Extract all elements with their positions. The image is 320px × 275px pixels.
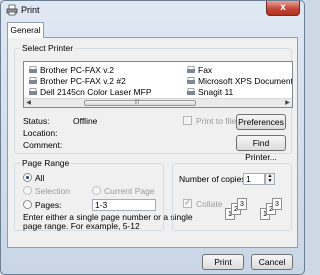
horizontal-scrollbar[interactable]: ◀ ||| ▶ xyxy=(24,98,292,107)
comment-label: Comment: xyxy=(23,140,63,150)
find-printer-button[interactable]: Find Printer... xyxy=(236,135,286,162)
collate-checkbox[interactable] xyxy=(183,197,192,208)
window-title: Print xyxy=(21,5,40,15)
printer-name: Brother PC-FAX v.2 #2 xyxy=(40,76,126,86)
collate-label: Collate xyxy=(196,199,223,209)
current-page-label: Current Page xyxy=(104,186,155,196)
printer-name: Fax xyxy=(198,65,213,75)
selection-label: Selection xyxy=(35,186,70,196)
printer-item-xps-writer[interactable]: Microsoft XPS Document Writer xyxy=(186,76,292,87)
scroll-left-icon[interactable]: ◀ xyxy=(24,99,33,107)
number-of-copies-label: Number of copies: xyxy=(179,174,248,184)
preferences-button[interactable]: Preferences xyxy=(236,114,286,130)
printer-name: Snagit 11 xyxy=(198,87,234,97)
page-range-label: Page Range xyxy=(20,158,72,168)
copies-stepper[interactable]: ▲ ▼ xyxy=(265,173,275,185)
print-button[interactable]: Print xyxy=(202,254,244,270)
copies-input[interactable]: 1 xyxy=(243,173,265,185)
printer-item-dell-2145cn[interactable]: Dell 2145cn Color Laser MFP xyxy=(28,87,178,98)
page-range-group: Page Range All Selection Current Page Pa… xyxy=(14,158,193,231)
cancel-button[interactable]: Cancel xyxy=(251,254,293,270)
printer-name: Dell 2145cn Color Laser MFP xyxy=(40,87,152,97)
current-page-radio[interactable] xyxy=(92,186,101,195)
pages-label: Pages: xyxy=(35,200,62,210)
pages-input[interactable]: 1-3 xyxy=(92,199,156,211)
select-printer-label: Select Printer xyxy=(20,43,76,53)
scroll-thumb[interactable]: ||| xyxy=(84,99,196,106)
printer-icon xyxy=(29,88,37,95)
printer-name: Brother PC-FAX v.2 xyxy=(40,65,115,75)
printer-icon xyxy=(187,88,195,95)
close-button[interactable]: x xyxy=(266,1,300,16)
collate-page: 3 xyxy=(272,198,282,210)
printer-item-brother-fax[interactable]: Brother PC-FAX v.2 xyxy=(28,65,178,76)
scroll-right-icon[interactable]: ▶ xyxy=(283,99,292,107)
fax-printer-icon xyxy=(29,77,37,84)
print-to-file-label: Print to file xyxy=(196,116,237,126)
collate-page: 3 xyxy=(237,198,247,210)
pages-radio[interactable] xyxy=(23,200,32,209)
printer-list[interactable]: Brother PC-FAX v.2 Brother PC-FAX v.2 #2… xyxy=(23,61,293,108)
spin-down-icon[interactable]: ▼ xyxy=(266,179,274,184)
all-label: All xyxy=(35,173,45,183)
printer-icon xyxy=(6,4,18,16)
print-dialog: Print x General Select Printer Brother P… xyxy=(0,0,305,275)
page-range-hint-line2: page range. For example, 5-12 xyxy=(23,221,140,231)
tab-general[interactable]: General xyxy=(7,22,44,38)
fax-icon xyxy=(187,66,195,73)
all-radio[interactable] xyxy=(23,173,32,182)
copies-group: Number of copies: 1 ▲ ▼ Collate 1 2 3 1 … xyxy=(172,163,292,231)
printer-icon xyxy=(187,77,195,84)
printer-name: Microsoft XPS Document Writer xyxy=(198,76,292,86)
general-panel: Select Printer Brother PC-FAX v.2 Brothe… xyxy=(7,37,298,248)
selection-radio[interactable] xyxy=(23,186,32,195)
status-value: Offline xyxy=(73,116,98,126)
title-bar[interactable]: Print x xyxy=(1,1,304,20)
location-label: Location: xyxy=(23,128,58,138)
printer-item-brother-fax-2[interactable]: Brother PC-FAX v.2 #2 xyxy=(28,76,178,87)
status-label: Status: xyxy=(23,116,50,126)
print-to-file-checkbox[interactable] xyxy=(183,116,192,125)
printer-item-fax[interactable]: Fax xyxy=(186,65,286,76)
printer-item-snagit[interactable]: Snagit 11 xyxy=(186,87,286,98)
fax-printer-icon xyxy=(29,66,37,73)
grip-icon: ||| xyxy=(135,99,139,105)
select-printer-group: Select Printer Brother PC-FAX v.2 Brothe… xyxy=(14,43,293,162)
